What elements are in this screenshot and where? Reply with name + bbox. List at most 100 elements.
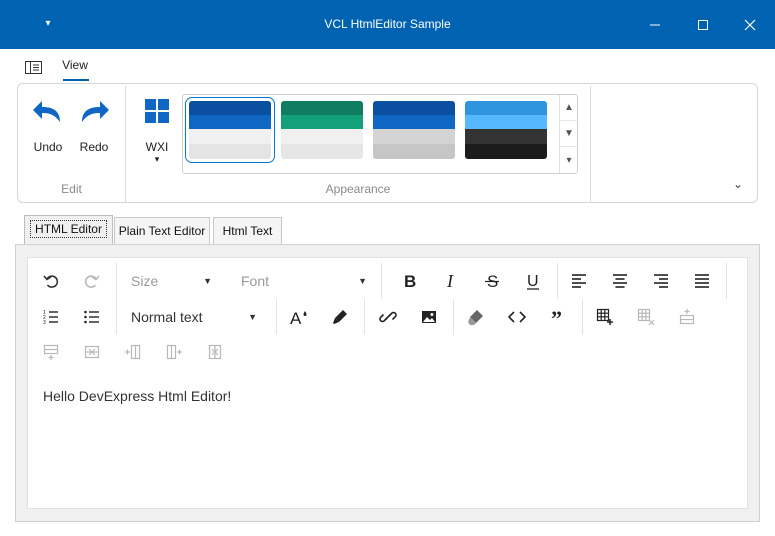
toolbar-separator bbox=[726, 263, 727, 299]
swatch-dark[interactable] bbox=[465, 101, 547, 159]
appearance-group-label: Appearance bbox=[325, 182, 391, 196]
tab-plain-text-editor[interactable]: Plain Text Editor bbox=[114, 217, 210, 244]
clear-formatting-button[interactable] bbox=[461, 303, 491, 331]
undo-icon bbox=[33, 101, 60, 122]
highlight-button[interactable] bbox=[325, 303, 355, 331]
insert-column-left-icon bbox=[125, 344, 141, 360]
tab-html-editor[interactable]: HTML Editor bbox=[24, 215, 113, 245]
toolbar-separator bbox=[116, 263, 117, 299]
chevron-down-icon: ▼ bbox=[248, 312, 257, 322]
toolbar-separator bbox=[116, 299, 117, 335]
insert-link-button[interactable] bbox=[373, 303, 403, 331]
close-button[interactable] bbox=[724, 0, 775, 49]
toolbar-separator bbox=[276, 299, 277, 335]
toolbar-redo-button[interactable] bbox=[77, 267, 107, 295]
ribbon-tab-bar: View bbox=[0, 49, 775, 83]
undo-button[interactable]: Undo bbox=[26, 94, 70, 158]
gallery-expand-icon[interactable]: ▾ bbox=[560, 147, 578, 173]
code-button[interactable] bbox=[502, 303, 532, 331]
swatch-teal[interactable] bbox=[281, 101, 363, 159]
insert-image-button[interactable] bbox=[414, 303, 444, 331]
title-bar: VCL HtmlEditor Sample ▾ bbox=[0, 0, 775, 49]
bullet-list-icon bbox=[84, 310, 99, 324]
italic-button[interactable]: I bbox=[436, 267, 466, 295]
gallery-scroll-up-icon[interactable]: ▲ bbox=[560, 95, 578, 121]
wxi-skin-button[interactable]: WXI ▾ bbox=[135, 94, 179, 164]
tab-plain-text-editor-label: Plain Text Editor bbox=[118, 224, 206, 238]
numbered-list-button[interactable]: 123 bbox=[36, 303, 66, 331]
align-left-icon bbox=[572, 274, 586, 288]
link-icon bbox=[379, 311, 397, 323]
swatch-blue-gray[interactable] bbox=[373, 101, 455, 159]
delete-row-icon bbox=[84, 345, 100, 359]
redo-icon bbox=[82, 101, 109, 122]
numbered-list-icon: 123 bbox=[43, 310, 58, 326]
bold-button[interactable]: B bbox=[395, 267, 425, 295]
toolbar-separator bbox=[364, 299, 365, 335]
app-menu-icon bbox=[25, 61, 42, 74]
svg-text:A: A bbox=[290, 309, 302, 326]
eraser-icon bbox=[468, 310, 483, 325]
ribbon-expand-chevron-down-icon[interactable]: ⌄ bbox=[728, 177, 748, 191]
font-color-icon: A bbox=[290, 309, 307, 326]
strikethrough-icon: S bbox=[485, 272, 499, 290]
align-justify-icon bbox=[695, 274, 709, 288]
toolbar-separator bbox=[453, 299, 454, 335]
app-menu-button[interactable] bbox=[24, 59, 44, 77]
underline-button[interactable]: U bbox=[518, 267, 548, 295]
gallery-scroll-down-icon[interactable]: ▼ bbox=[560, 121, 578, 147]
blockquote-button[interactable]: ” bbox=[543, 303, 573, 331]
align-right-button[interactable] bbox=[646, 267, 676, 295]
chevron-down-icon: ▼ bbox=[203, 276, 212, 286]
svg-text:I: I bbox=[446, 272, 454, 290]
delete-row-button[interactable] bbox=[77, 338, 107, 366]
align-center-button[interactable] bbox=[605, 267, 635, 295]
bullet-list-button[interactable] bbox=[77, 303, 107, 331]
image-icon bbox=[422, 311, 436, 323]
italic-icon: I bbox=[446, 272, 454, 290]
insert-row-above-button[interactable] bbox=[672, 303, 702, 331]
code-icon bbox=[508, 311, 526, 323]
insert-column-left-button[interactable] bbox=[118, 338, 148, 366]
insert-table-button[interactable] bbox=[590, 303, 620, 331]
toolbar-undo-button[interactable] bbox=[36, 267, 66, 295]
swatch-blue[interactable] bbox=[185, 97, 275, 163]
insert-row-below-button[interactable] bbox=[36, 338, 66, 366]
insert-row-below-icon bbox=[43, 344, 59, 360]
editor-content-text: Hello DevExpress Html Editor! bbox=[43, 388, 232, 404]
ribbon-tab-view[interactable]: View bbox=[58, 58, 92, 84]
align-justify-button[interactable] bbox=[687, 267, 717, 295]
toolbar-separator bbox=[381, 263, 382, 299]
font-family-placeholder: Font bbox=[241, 273, 270, 289]
minimize-button[interactable] bbox=[628, 0, 681, 49]
table-icon bbox=[596, 308, 613, 325]
maximize-button[interactable] bbox=[676, 0, 729, 49]
font-family-combo[interactable]: Font ▼ bbox=[241, 267, 371, 295]
undo-icon bbox=[43, 275, 59, 288]
insert-column-right-button[interactable] bbox=[159, 338, 189, 366]
font-color-button[interactable]: A bbox=[284, 303, 314, 331]
page-tab-bar: HTML Editor Plain Text Editor Html Text bbox=[0, 214, 775, 245]
active-tab-underline bbox=[63, 79, 89, 81]
quick-access-chevron-down-icon[interactable]: ▾ bbox=[38, 14, 58, 34]
maximize-icon bbox=[697, 19, 708, 30]
delete-column-button[interactable] bbox=[200, 338, 230, 366]
svg-text:”: ” bbox=[551, 308, 562, 326]
insert-row-above-icon bbox=[679, 309, 695, 325]
tab-html-text[interactable]: Html Text bbox=[213, 217, 282, 244]
delete-table-button[interactable] bbox=[631, 303, 661, 331]
svg-text:3: 3 bbox=[43, 320, 46, 326]
tab-html-editor-label: HTML Editor bbox=[30, 220, 107, 238]
paragraph-style-value: Normal text bbox=[131, 309, 203, 325]
ribbon-panel: Undo Redo Edit WXI ▾ ▲ ▼ ▾ Appearance bbox=[17, 83, 758, 203]
paragraph-style-combo[interactable]: Normal text ▼ bbox=[131, 303, 261, 331]
strikethrough-button[interactable]: S bbox=[477, 267, 507, 295]
tab-html-text-label: Html Text bbox=[222, 224, 273, 238]
font-size-combo[interactable]: Size ▼ bbox=[131, 267, 216, 295]
align-left-button[interactable] bbox=[564, 267, 594, 295]
toolbar-separator bbox=[582, 299, 583, 335]
redo-button[interactable]: Redo bbox=[72, 94, 116, 158]
quote-icon: ” bbox=[551, 308, 562, 326]
redo-icon bbox=[84, 275, 100, 288]
highlighter-icon bbox=[333, 310, 347, 324]
